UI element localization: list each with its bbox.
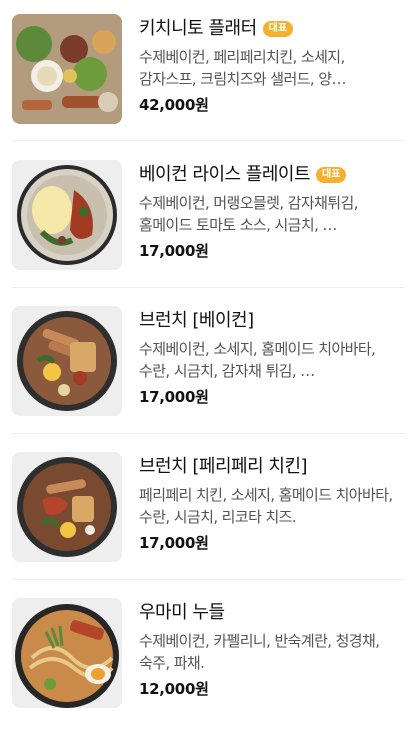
menu-item-title-row: 브런치 [페리페리 치킨] (139, 454, 405, 480)
menu-item-description: 수제베이컨, 소세지, 홈메이드 치아바타, 수란, 시금치, 감자채 튀김, … (139, 340, 376, 380)
menu-item-info: 브런치 [베이컨] 수제베이컨, 소세지, 홈메이드 치아바타, 수란, 시금치… (139, 308, 405, 407)
divider (12, 140, 405, 141)
menu-item-description: 수제베이컨, 페리페리치킨, 소세지, 감자스프, 크림치즈와 샐러드, 양… (139, 48, 346, 88)
divider (12, 287, 405, 288)
divider (12, 579, 405, 580)
menu-item-info: 우마미 누들 수제베이컨, 카펠리니, 반숙계란, 청경채, 숙주, 파채. 1… (139, 600, 405, 699)
umami-noodle-photo-icon (12, 598, 122, 708)
menu-item-bacon-rice-plate[interactable]: 베이컨 라이스 플레이트 대표 수제베이컨, 머랭오믈렛, 감자채튀김, 홈메이… (0, 146, 417, 292)
menu-item-photo[interactable] (12, 598, 122, 708)
menu-item-price: 42,000원 (139, 96, 209, 114)
menu-item-title-row: 우마미 누들 (139, 600, 405, 626)
signature-badge: 대표 (262, 21, 294, 37)
menu-item-photo[interactable] (12, 306, 122, 416)
menu-item-price: 12,000원 (139, 680, 209, 698)
menu-item-name: 브런치 [페리페리 치킨] (139, 456, 308, 477)
menu-item-info: 브런치 [페리페리 치킨] 페리페리 치킨, 소세지, 홈메이드 치아바타, 수… (139, 454, 405, 553)
signature-badge: 대표 (316, 167, 347, 183)
menu-item-info: 키치니토 플래터 대표 수제베이컨, 페리페리치킨, 소세지, 감자스프, 크림… (139, 16, 405, 115)
menu-item-name: 베이컨 라이스 플레이트 (139, 164, 311, 185)
menu-item-umami-noodle[interactable]: 우마미 누들 수제베이컨, 카펠리니, 반숙계란, 청경채, 숙주, 파채. 1… (0, 584, 417, 730)
menu-item-kitchinito-platter[interactable]: 키치니토 플래터 대표 수제베이컨, 페리페리치킨, 소세지, 감자스프, 크림… (0, 0, 417, 146)
menu-item-price: 17,000원 (139, 242, 209, 260)
menu-item-description: 페리페리 치킨, 소세지, 홈메이드 치아바타, 수란, 시금치, 리코타 치즈… (139, 486, 393, 526)
rice-plate-photo-icon (12, 160, 122, 270)
menu-item-description: 수제베이컨, 머랭오믈렛, 감자채튀김, 홈메이드 토마토 소스, 시금치, … (139, 194, 358, 234)
menu-item-title-row: 베이컨 라이스 플레이트 대표 (139, 162, 405, 188)
brunch-chicken-photo-icon (12, 452, 122, 562)
menu-item-brunch-peri-peri-chicken[interactable]: 브런치 [페리페리 치킨] 페리페리 치킨, 소세지, 홈메이드 치아바타, 수… (0, 438, 417, 584)
menu-item-title-row: 키치니토 플래터 대표 (139, 16, 405, 42)
menu-item-photo[interactable] (12, 14, 122, 124)
divider (12, 433, 405, 434)
menu-item-photo[interactable] (12, 452, 122, 562)
platter-photo-icon (12, 14, 122, 124)
menu-item-title-row: 브런치 [베이컨] (139, 308, 405, 334)
menu-item-name: 우마미 누들 (139, 602, 225, 623)
menu-item-info: 베이컨 라이스 플레이트 대표 수제베이컨, 머랭오믈렛, 감자채튀김, 홈메이… (139, 162, 405, 261)
menu-item-name: 브런치 [베이컨] (139, 310, 254, 331)
menu-item-photo[interactable] (12, 160, 122, 270)
menu-item-price: 17,000원 (139, 388, 209, 406)
menu-item-name: 키치니토 플래터 (139, 18, 257, 39)
menu-item-description: 수제베이컨, 카펠리니, 반숙계란, 청경채, 숙주, 파채. (139, 632, 380, 672)
menu-item-price: 17,000원 (139, 534, 209, 552)
menu-item-brunch-bacon[interactable]: 브런치 [베이컨] 수제베이컨, 소세지, 홈메이드 치아바타, 수란, 시금치… (0, 292, 417, 438)
brunch-bacon-photo-icon (12, 306, 122, 416)
